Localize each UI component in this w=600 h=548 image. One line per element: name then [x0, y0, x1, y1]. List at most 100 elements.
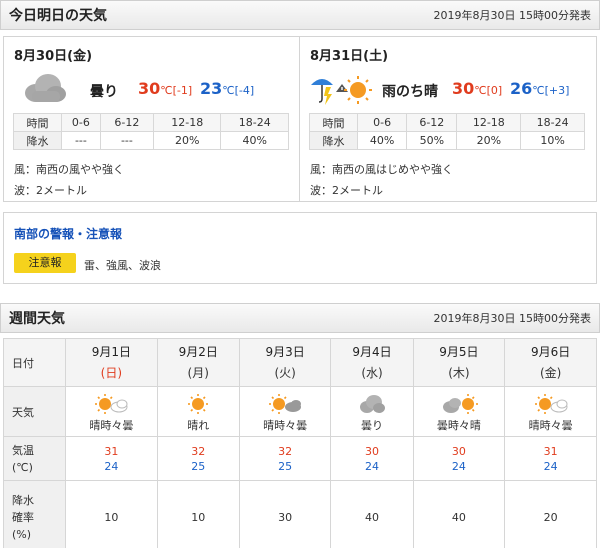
week-date-cell: 9月2日 (月)	[156, 338, 240, 387]
row-label-temp-line1: 気温	[12, 443, 34, 457]
row-label-weather: 天気	[3, 386, 66, 437]
week-weather-label: 晴時々曇	[528, 418, 573, 432]
temp-high: 30℃[0]	[452, 79, 502, 98]
today-tomorrow-title: 今日明日の天気	[9, 8, 107, 24]
week-weather-label: 曇時々晴	[436, 418, 481, 432]
week-weather-label: 晴時々曇	[263, 418, 308, 432]
temp-high-value: 30	[452, 79, 475, 98]
row-label-rain-line2: 確率	[12, 511, 34, 524]
week-date: 9月6日	[530, 344, 571, 359]
weather-label: 曇り	[90, 84, 118, 100]
rain-header-cell: 時間	[13, 113, 62, 132]
day-card-today: 8月30日(金) 曇り 30℃[-1] 23℃[-4] 時間 0-6 6-12 …	[3, 36, 301, 202]
temp-high-value: 30	[138, 79, 161, 98]
week-rain-cell: 30	[238, 480, 332, 548]
sun-cloud-icon	[240, 393, 331, 415]
today-tomorrow-issued: 2019年8月30日 15時00分発表	[433, 9, 591, 22]
week-temp-high: 30	[365, 444, 380, 458]
week-dow: (火)	[274, 365, 296, 380]
rain-header-cell: 18-24	[220, 113, 289, 132]
rain-cell: 40%	[220, 131, 289, 150]
row-label-rain-line1: 降水	[12, 494, 34, 507]
week-temp-low: 24	[543, 459, 558, 473]
week-dow: (月)	[187, 365, 209, 380]
rain-header-cell: 12-18	[456, 113, 522, 132]
sun-icon	[158, 393, 239, 415]
temp-high: 30℃[-1]	[138, 79, 192, 98]
week-rain-cell: 10	[65, 480, 158, 548]
sun-cloud-icon	[66, 393, 157, 415]
week-rain-cell: 10	[156, 480, 240, 548]
week-dow: (日)	[100, 365, 123, 380]
week-date-cell: 9月3日 (火)	[238, 338, 332, 387]
week-temp-high: 31	[543, 444, 558, 458]
day-date: 8月31日(土)	[310, 49, 389, 64]
week-temp-low: 25	[191, 459, 206, 473]
rain-header-cell: 6-12	[99, 113, 154, 132]
temp-high-diff: ℃[0]	[474, 84, 503, 97]
week-temp-cell: 32 25	[156, 436, 240, 481]
week-temp-cell: 31 24	[504, 436, 597, 481]
day-card-tomorrow: 8月31日(土) 雨のち晴 30℃[0] 26℃[+3] 時間 0-6 6-12…	[299, 36, 597, 202]
week-temp-high: 32	[278, 444, 293, 458]
week-temp-low: 24	[365, 459, 380, 473]
rain-cell: 40%	[356, 131, 408, 150]
row-label-rain: 降水 確率 (%)	[3, 480, 66, 548]
week-date-cell: 9月4日 (水)	[330, 338, 414, 387]
advisory-text: 雷、強風、波浪	[84, 259, 161, 272]
week-temp-cell: 31 24	[65, 436, 158, 481]
week-temp-high: 32	[191, 444, 206, 458]
cloud-icon	[331, 393, 412, 415]
rain-header-cell: 18-24	[520, 113, 585, 132]
row-label-temp-line2: (℃)	[12, 460, 33, 474]
rain-table: 時間 0-6 6-12 12-18 18-24 降水 --- --- 20% 4…	[13, 113, 289, 150]
week-date: 9月4日	[352, 344, 392, 359]
rain-row-label: 降水	[13, 131, 62, 150]
week-rain-cell: 40	[330, 480, 414, 548]
week-dow: (金)	[539, 365, 562, 380]
weekly-title: 週間天気	[9, 311, 65, 327]
warnings-title-link[interactable]: 南部の警報・注意報	[14, 225, 122, 242]
week-temp-cell: 32 25	[238, 436, 332, 481]
rain-cell: 50%	[406, 131, 458, 150]
row-label-temp: 気温 (℃)	[3, 436, 66, 481]
rain-header-cell: 0-6	[61, 113, 101, 132]
temp-low-diff: ℃[-4]	[222, 84, 255, 97]
cloud-icon	[22, 71, 68, 108]
sun-cloud-icon	[505, 393, 596, 415]
week-temp-cell: 30 24	[330, 436, 414, 481]
rain-header-cell: 12-18	[152, 113, 222, 132]
week-weather-cell: 晴時々曇	[65, 386, 158, 437]
wave-info: 波：2メートル	[310, 184, 383, 197]
rain-cell: 10%	[520, 131, 585, 150]
day-date: 8月30日(金)	[14, 49, 93, 64]
rain-cell: ---	[99, 131, 154, 150]
rain-header-cell: 0-6	[356, 113, 408, 132]
week-date: 9月3日	[265, 344, 305, 359]
week-weather-label: 曇り	[361, 418, 384, 432]
week-rain-cell: 40	[412, 480, 506, 548]
week-temp-low: 24	[451, 459, 466, 473]
week-weather-cell: 曇時々晴	[412, 386, 506, 437]
week-temp-high: 31	[104, 444, 119, 458]
temp-low-value: 26	[510, 79, 533, 98]
week-date: 9月5日	[439, 344, 479, 359]
temp-low-value: 23	[200, 79, 223, 98]
rain-cell: 20%	[152, 131, 222, 150]
wind-info: 風：南西の風はじめやや強く	[310, 163, 453, 176]
warnings-panel: 南部の警報・注意報 注意報 雷、強風、波浪	[3, 212, 597, 284]
week-weather-cell: 晴れ	[156, 386, 240, 437]
week-weather-label: 晴時々曇	[89, 418, 134, 432]
week-temp-high: 30	[451, 444, 466, 458]
week-weather-label: 晴れ	[187, 418, 210, 432]
week-temp-low: 24	[104, 459, 119, 473]
week-weather-cell: 曇り	[330, 386, 414, 437]
week-date-cell: 9月1日 (日)	[65, 338, 158, 387]
temp-high-diff: ℃[-1]	[160, 84, 193, 97]
weekly-issued: 2019年8月30日 15時00分発表	[433, 312, 591, 325]
rain-header-cell: 時間	[309, 113, 358, 132]
rain-table: 時間 0-6 6-12 12-18 18-24 降水 40% 50% 20% 1…	[309, 113, 585, 150]
rain-cell: 20%	[456, 131, 522, 150]
rain-cell: ---	[61, 131, 101, 150]
weather-label: 雨のち晴	[382, 84, 438, 100]
